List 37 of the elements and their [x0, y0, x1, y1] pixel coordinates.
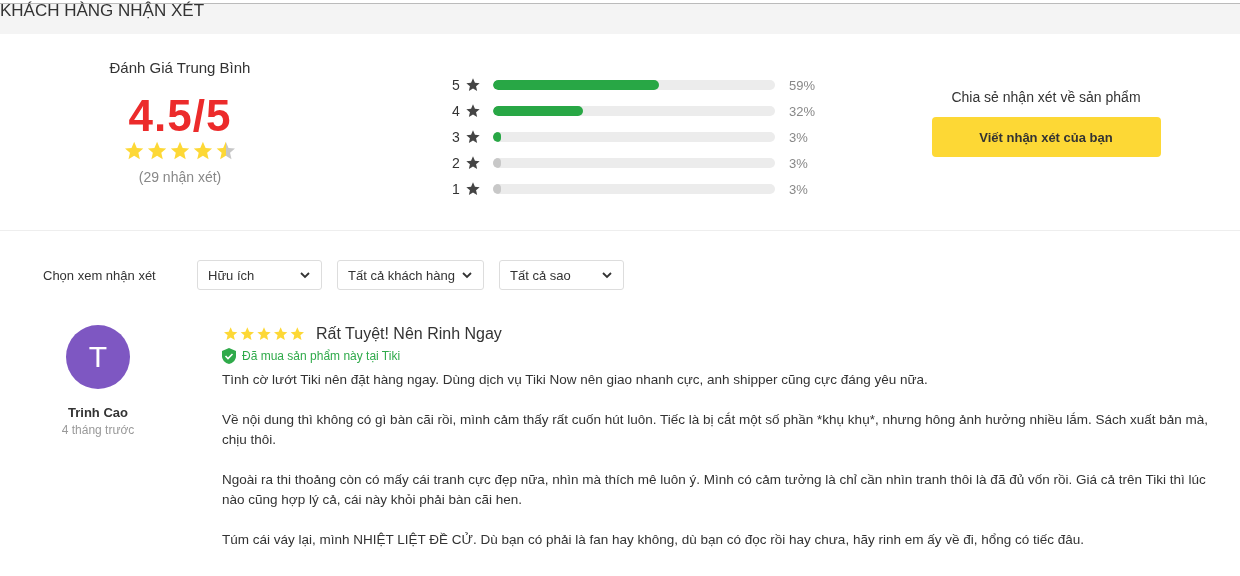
review-time: 4 tháng trước — [61, 423, 135, 437]
star-level-label: 5 — [452, 77, 461, 93]
filter-dropdown[interactable]: Tất cả sao — [499, 260, 624, 290]
section-title: KHÁCH HÀNG NHẬN XÉT — [0, 1, 205, 20]
write-review-button[interactable]: Viết nhận xét của bạn — [931, 117, 1161, 157]
star-icon — [465, 77, 481, 93]
review-paragraph: Túm cái váy lại, mình NHIỆT LIỆT ĐỀ CỬ. Dù bạn có phải là fan hay không, dù bạn có đọc rồi hay chưa, hãy rinh em ấy về đi, hổng có tiếc đâu. — [222, 531, 1086, 549]
percentage: 3% — [789, 129, 808, 145]
star-icon — [465, 155, 481, 171]
average-rating-heading: Đánh Giá Trung Bình — [109, 59, 251, 76]
percentage: 32% — [789, 103, 816, 119]
percentage: 3% — [789, 155, 808, 171]
filter-dropdown[interactable]: Hữu ích — [197, 260, 322, 290]
filter-dropdown[interactable]: Tất cả khách hàng — [337, 260, 484, 290]
star-level-label: 2 — [452, 155, 461, 171]
verified-purchase-text: Đã mua sản phẩm này tại Tiki — [242, 349, 401, 363]
chevron-down-icon — [601, 269, 613, 281]
user-avatar: T — [66, 325, 130, 389]
star-icon — [465, 181, 481, 197]
filter-label: Chọn xem nhận xét — [43, 267, 157, 283]
star-icon — [465, 103, 481, 119]
average-score: 4.5/5 — [128, 92, 232, 140]
review-paragraph: Ngoài ra thi thoảng còn có mấy cái tranh cực đẹp nữa, nhìn mà thích mê luôn ý. Mình có cảm tưởng là chỉ cần nhìn tranh thôi là đã đủ vốn rồi. Giá cả trên Tiki thì lúc nào cũng hợp lý cả, cái này khỏi phải bàn cãi hen. — [222, 471, 1207, 509]
review-paragraph: Về nội dung thì không có gì bàn cãi rồi, mình cảm thấy rất cuốn hút luôn. Tiếc là bị cắt một số phần *khụ khụ*, nhưng hông ảnh hưởng nhiều lắm. Sách xuất bản mà, chịu thôi. — [222, 411, 1210, 449]
star-level-label: 4 — [452, 103, 461, 119]
review-title: Rất Tuyệt! Nên Rinh Ngay — [316, 325, 502, 343]
percentage: 3% — [789, 181, 808, 197]
chevron-down-icon — [461, 269, 473, 281]
star-level-label: 3 — [452, 129, 461, 145]
percentage: 59% — [789, 77, 816, 93]
chevron-down-icon — [299, 269, 311, 281]
star-icon — [465, 129, 481, 145]
review-paragraph: Tình cờ lướt Tiki nên đặt hàng ngay. Dùng dịch vụ Tiki Now nên giao nhanh cực, anh shipper cũng cực đáng yêu nữa. — [222, 371, 929, 389]
share-prompt: Chia sẻ nhận xét về sản phẩm — [951, 89, 1141, 105]
star-level-label: 1 — [452, 181, 461, 197]
review-count: (29 nhận xét) — [138, 169, 222, 185]
reviewer-name: Trinh Cao — [68, 405, 128, 420]
